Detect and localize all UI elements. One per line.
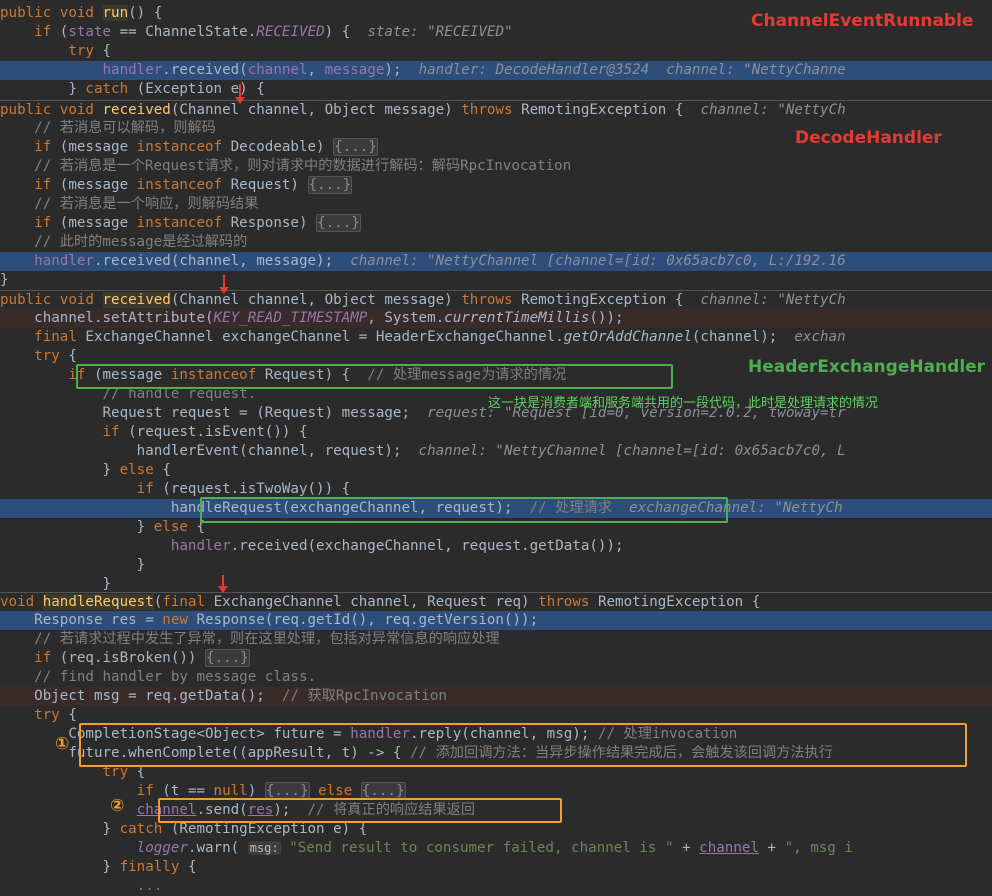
comment-exception-handle: // 若请求过程中发生了异常，则在这里处理，包括对异常信息的响应处理 bbox=[34, 631, 500, 647]
code-line-finally: } finally { bbox=[0, 859, 197, 875]
code-line-close1: } bbox=[0, 557, 146, 573]
highlight-box-reply-when-complete bbox=[79, 723, 967, 767]
code-line-exchange-channel: final ExchangeChannel exchangeChannel = … bbox=[34, 329, 846, 345]
comment-request-decode: // 若消息是一个Request请求，则对请求中的数据进行解码：解码RpcInv… bbox=[34, 158, 572, 174]
code-line-if-broken: if (req.isBroken()) {...} bbox=[34, 649, 250, 667]
flow-arrow-icon bbox=[219, 275, 229, 294]
comment-response-decode: // 若消息是一个响应，则解码结果 bbox=[34, 196, 259, 212]
code-line-handle-request-signature: void handleRequest(final ExchangeChannel… bbox=[0, 592, 992, 612]
param-hint-msg: msg: bbox=[247, 841, 281, 855]
comment-find-handler: // find handler by message class. bbox=[34, 669, 317, 685]
code-line-if-response: if (message instanceof Response) {...} bbox=[34, 214, 361, 232]
fold-marker[interactable]: {...} bbox=[316, 214, 361, 232]
inline-hint-handler: handler: DecodeHandler@3524 bbox=[418, 62, 650, 78]
run-method-name: run bbox=[102, 5, 129, 21]
code-line-get-data: Object msg = req.getData(); // 获取RpcInvo… bbox=[0, 687, 992, 706]
code-line-else: } else { bbox=[0, 462, 171, 478]
step-marker-1: ① bbox=[55, 734, 70, 754]
code-line-if-request: if (message instanceof Request) {...} bbox=[34, 176, 353, 194]
code-line-set-attribute: channel.setAttribute(KEY_READ_TIMESTAMP,… bbox=[0, 309, 992, 328]
code-line-close-brace: } bbox=[0, 272, 9, 288]
comment-message-decoded: // 此时的message是经过解码的 bbox=[34, 234, 248, 250]
code-line-decode-handler-received[interactable]: handler.received(channel, message); chan… bbox=[0, 252, 992, 271]
annotation-shared-code-note: 这一块是消费者端和服务端共用的一段代码，此时是处理请求的情况 bbox=[488, 396, 879, 411]
code-line-handle-event: handlerEvent(channel, request); channel:… bbox=[0, 443, 846, 459]
flow-arrow-icon bbox=[235, 84, 245, 104]
code-line-catch: } catch (Exception e) { bbox=[0, 81, 265, 97]
label-channel-event-runnable: ChannelEventRunnable bbox=[751, 11, 974, 31]
label-decode-handler: DecodeHandler bbox=[795, 128, 942, 148]
flow-arrow-icon bbox=[218, 575, 228, 593]
step-marker-2: ② bbox=[110, 796, 125, 816]
code-line-handler-received[interactable]: handler.received(channel, message); hand… bbox=[0, 61, 992, 80]
inline-hint-state: state: "RECEIVED" bbox=[367, 24, 513, 40]
code-line-logger-warn: logger.warn( msg: "Send result to consum… bbox=[136, 840, 853, 856]
code-line-hx-signature: public void received(Channel channel, Ob… bbox=[0, 290, 992, 310]
fold-marker[interactable]: {...} bbox=[307, 176, 353, 194]
code-line-handler-received-data: handler.received(exchangeChannel, reques… bbox=[170, 538, 624, 554]
code-line-try: try { bbox=[68, 43, 112, 59]
highlight-box-handle-request bbox=[200, 497, 728, 523]
highlight-box-if-request bbox=[76, 364, 673, 389]
inline-hint-channel: channel: "NettyChanne bbox=[666, 62, 846, 78]
code-line-if-event: if (request.isEvent()) { bbox=[102, 424, 308, 440]
fold-marker[interactable]: {...} bbox=[205, 649, 250, 667]
code-line-cut: ... bbox=[136, 878, 163, 894]
fold-marker[interactable]: {...} bbox=[333, 138, 378, 156]
code-line-decode-signature: public void received(Channel channel, Ob… bbox=[0, 100, 992, 120]
code-line-new-response[interactable]: Response res = new Response(req.getId(),… bbox=[0, 611, 992, 630]
label-header-exchange-handler: HeaderExchangeHandler bbox=[748, 357, 986, 377]
highlight-box-channel-send bbox=[158, 798, 562, 823]
